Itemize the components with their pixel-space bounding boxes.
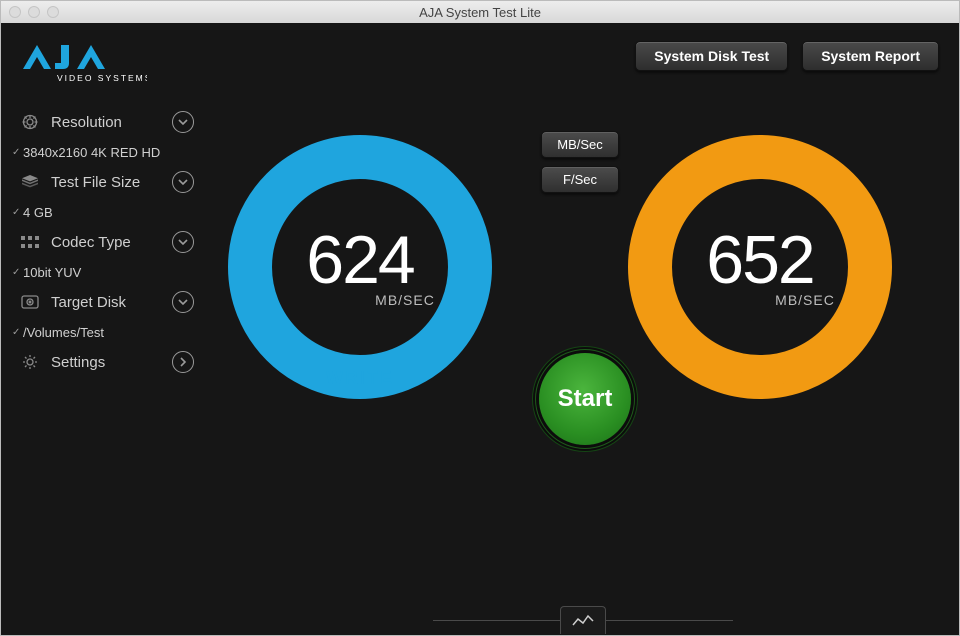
write-label: WRITE (216, 368, 504, 389)
chevron-down-icon (172, 231, 194, 253)
unit-buttons: MB/Sec F/Sec (541, 131, 619, 193)
sidebar-settings-label: Settings (51, 354, 105, 371)
chevron-down-icon (172, 291, 194, 313)
sidebar-targetdisk[interactable]: Target Disk (1, 285, 206, 319)
chevron-right-icon (172, 351, 194, 373)
read-gauge: 652 MB/SEC READ (616, 123, 904, 411)
read-value: 652 (706, 226, 813, 294)
chevron-down-icon (172, 171, 194, 193)
layers-icon (19, 173, 41, 191)
brand-logo: VIDEO SYSTEMS (17, 39, 147, 84)
sidebar-codec-label: Codec Type (51, 234, 131, 251)
sidebar-codec-value: 10bit YUV (1, 259, 206, 285)
close-traffic-light[interactable] (9, 6, 21, 18)
titlebar: AJA System Test Lite (1, 1, 959, 23)
app-body: VIDEO SYSTEMS System Disk Test System Re… (1, 23, 959, 635)
unit-fsec-button[interactable]: F/Sec (541, 166, 619, 193)
disk-icon (19, 293, 41, 311)
brand-sub: VIDEO SYSTEMS (57, 73, 147, 83)
sidebar-filesize[interactable]: Test File Size (1, 165, 206, 199)
window-title: AJA System Test Lite (9, 5, 951, 20)
window: AJA System Test Lite VIDEO SYSTEMS Syste… (0, 0, 960, 636)
sidebar: Resolution 3840x2160 4K RED HD Test File… (1, 23, 206, 635)
write-unit: MB/SEC (375, 292, 435, 308)
main-area: MB/Sec F/Sec 624 MB/SEC WRITE (206, 23, 959, 635)
drawer-handle[interactable] (433, 605, 733, 635)
sidebar-settings[interactable]: Settings (1, 345, 206, 379)
start-label: Start (558, 385, 613, 413)
chevron-down-icon (172, 111, 194, 133)
unit-mbsec-button[interactable]: MB/Sec (541, 131, 619, 158)
sidebar-resolution[interactable]: Resolution (1, 105, 206, 139)
gear-icon (19, 353, 41, 371)
sidebar-resolution-label: Resolution (51, 114, 122, 131)
minimize-traffic-light[interactable] (28, 6, 40, 18)
codec-icon (19, 233, 41, 251)
traffic-lights (9, 6, 59, 18)
resolution-icon (19, 113, 41, 131)
sidebar-resolution-value: 3840x2160 4K RED HD (1, 139, 206, 165)
write-value: 624 (306, 226, 413, 294)
read-label: READ (616, 368, 904, 389)
sidebar-filesize-label: Test File Size (51, 174, 140, 191)
zoom-traffic-light[interactable] (47, 6, 59, 18)
start-button[interactable]: Start (539, 353, 631, 445)
sidebar-filesize-value: 4 GB (1, 199, 206, 225)
sidebar-codec[interactable]: Codec Type (1, 225, 206, 259)
sidebar-targetdisk-label: Target Disk (51, 294, 126, 311)
graph-icon (560, 606, 606, 634)
sidebar-targetdisk-value: /Volumes/Test (1, 319, 206, 345)
read-unit: MB/SEC (775, 292, 835, 308)
write-gauge: 624 MB/SEC WRITE (216, 123, 504, 411)
